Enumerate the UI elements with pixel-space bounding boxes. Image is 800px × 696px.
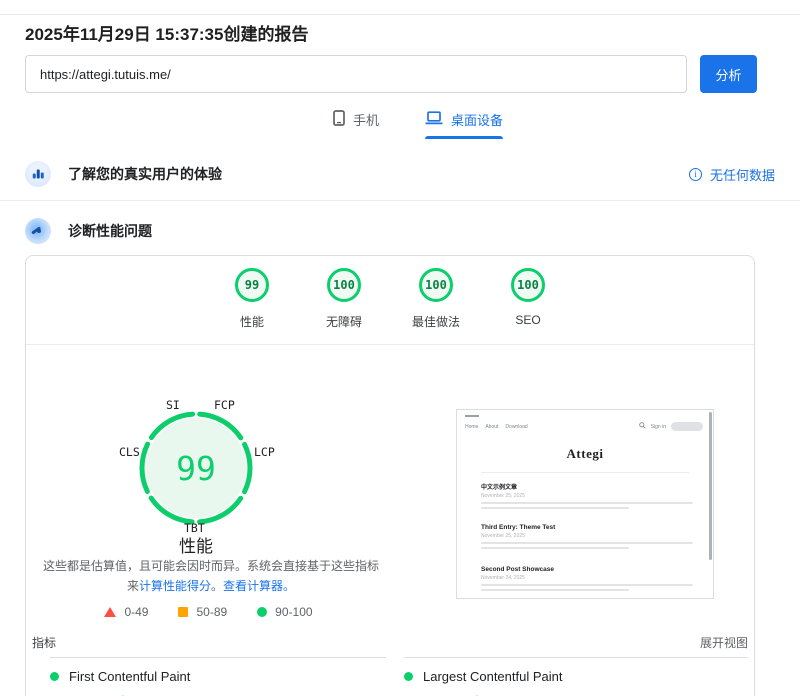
- page-screenshot-thumbnail[interactable]: Home About Download Sign in Attegi 中文示例文…: [456, 409, 714, 599]
- best-practices-score-circle: 100: [419, 268, 453, 302]
- metric-fcp-value: 0.5 秒: [69, 688, 386, 696]
- laptop-icon: [425, 111, 443, 128]
- diagnose-section: 诊断性能问题: [25, 215, 775, 247]
- expand-view-link[interactable]: 展开视图: [700, 634, 748, 651]
- header-divider: [0, 14, 800, 15]
- accessibility-score-circle: 100: [327, 268, 361, 302]
- tab-desktop[interactable]: 桌面设备: [425, 110, 503, 139]
- thumb-post-3-title: Second Post Showcase: [481, 566, 693, 573]
- metric-fcp: First Contentful Paint 0.5 秒: [50, 657, 386, 696]
- fail-triangle-icon: [104, 607, 116, 617]
- thumb-search-icon: [639, 422, 646, 431]
- lighthouse-report-card: 99 性能 100 无障碍 100 最佳做法 100 SEO 99: [25, 255, 755, 696]
- legend-average: 50-89: [178, 605, 227, 619]
- thumb-divider: [481, 472, 689, 473]
- field-data-section: 了解您的真实用户的体验 i 无任何数据: [25, 158, 775, 190]
- thumb-post-2-text-line: [481, 547, 629, 549]
- bar-chart-icon: [25, 161, 51, 187]
- pass-circle-icon: [50, 672, 59, 681]
- thumb-post-1: 中文示例文章 November 25, 2025: [481, 482, 693, 509]
- tab-mobile-underline: [333, 136, 379, 139]
- speedometer-icon: [25, 218, 51, 244]
- device-tabs: 手机 桌面设备: [0, 110, 800, 139]
- calculator-link[interactable]: 查看计算器。: [223, 579, 295, 593]
- thumb-nav-home: Home: [465, 424, 478, 430]
- gauge-category-label: 性能: [26, 532, 366, 557]
- calc-score-link[interactable]: 计算性能得分: [139, 579, 211, 593]
- metric-label-si: SI: [166, 398, 180, 412]
- metric-fcp-name: First Contentful Paint: [69, 669, 190, 684]
- thumb-nav-about: About: [485, 424, 498, 430]
- accessibility-score-label: 无障碍: [326, 313, 362, 330]
- gauge-score-value: 99: [126, 398, 266, 538]
- thumb-post-1-title: 中文示例文章: [481, 482, 693, 491]
- section-divider: [0, 200, 800, 201]
- legend-pass: 90-100: [257, 605, 312, 619]
- phone-icon: [333, 110, 345, 129]
- analyze-button[interactable]: 分析: [700, 55, 757, 93]
- no-data-label: 无任何数据: [710, 165, 775, 184]
- seo-score-label: SEO: [515, 313, 540, 327]
- average-square-icon: [178, 607, 188, 617]
- diagnose-section-title: 诊断性能问题: [68, 221, 152, 241]
- best-practices-score-label: 最佳做法: [412, 313, 460, 330]
- category-best-practices[interactable]: 100 最佳做法: [396, 268, 476, 330]
- pass-circle-icon: [404, 672, 413, 681]
- thumb-post-2: Third Entry: Theme Test November 25, 202…: [481, 524, 693, 549]
- thumb-subscribe-button: [671, 422, 703, 431]
- category-scores-row: 99 性能 100 无障碍 100 最佳做法 100 SEO: [26, 268, 754, 330]
- thumb-post-1-text-line: [481, 502, 693, 504]
- performance-score-circle: 99: [235, 268, 269, 302]
- category-performance[interactable]: 99 性能: [212, 268, 292, 330]
- metric-label-cls: CLS: [119, 445, 140, 459]
- metrics-header-row: 指标 展开视图: [32, 634, 748, 651]
- metrics-header-label: 指标: [32, 634, 56, 651]
- metric-lcp: Largest Contentful Paint 0.5 秒: [404, 657, 748, 696]
- thumb-post-2-title: Third Entry: Theme Test: [481, 524, 693, 531]
- metric-lcp-name: Largest Contentful Paint: [423, 669, 562, 684]
- url-input[interactable]: [25, 55, 687, 93]
- thumb-site-title: Attegi: [457, 446, 713, 462]
- seo-score-circle: 100: [511, 268, 545, 302]
- category-accessibility[interactable]: 100 无障碍: [304, 268, 384, 330]
- score-legend: 0-49 50-89 90-100: [26, 605, 391, 619]
- legend-fail-range: 0-49: [124, 605, 148, 619]
- metric-label-fcp: FCP: [214, 398, 235, 412]
- thumb-post-3-date: November 24, 2025: [481, 575, 693, 581]
- legend-fail: 0-49: [104, 605, 148, 619]
- tab-mobile-label: 手机: [353, 110, 379, 129]
- tab-desktop-label: 桌面设备: [451, 110, 503, 129]
- info-icon: i: [689, 168, 702, 181]
- thumb-site-logo: [465, 415, 479, 417]
- tab-mobile[interactable]: 手机: [333, 110, 379, 139]
- thumb-post-1-text-line: [481, 507, 629, 509]
- thumb-scrollbar: [709, 412, 712, 560]
- thumb-nav-download: Download: [505, 424, 527, 430]
- performance-gauge: 99 SI FCP CLS LCP TBT 性能: [26, 390, 391, 562]
- no-data-link[interactable]: i 无任何数据: [689, 165, 775, 184]
- page-title: 2025年11月29日 15:37:35创建的报告: [25, 20, 308, 45]
- thumb-post-3-text-line: [481, 584, 693, 586]
- pagespeed-report-page: 2025年11月29日 15:37:35创建的报告 分析 手机 桌面设备: [0, 0, 800, 696]
- thumb-post-2-date: November 25, 2025: [481, 533, 693, 539]
- thumb-post-1-date: November 25, 2025: [481, 493, 693, 499]
- thumb-sign-in: Sign in: [651, 424, 666, 430]
- thumb-post-2-text-line: [481, 542, 693, 544]
- card-divider: [26, 344, 754, 345]
- metric-lcp-value: 0.5 秒: [423, 688, 748, 696]
- performance-score-label: 性能: [240, 313, 264, 330]
- pass-circle-icon: [257, 607, 267, 617]
- legend-average-range: 50-89: [196, 605, 227, 619]
- thumb-post-3-text-line: [481, 589, 629, 591]
- thumb-nav: Home About Download Sign in: [465, 422, 703, 431]
- tab-desktop-underline: [425, 136, 503, 139]
- thumb-post-3: Second Post Showcase November 24, 2025: [481, 566, 693, 591]
- category-seo[interactable]: 100 SEO: [488, 268, 568, 330]
- legend-pass-range: 90-100: [275, 605, 312, 619]
- metric-label-lcp: LCP: [254, 445, 275, 459]
- field-section-title: 了解您的真实用户的体验: [68, 164, 222, 184]
- score-disclaimer: 这些都是估算值，且可能会因时而异。系统会直接基于这些指标来计算性能得分。查看计算…: [38, 556, 384, 597]
- disclaimer-period: 。: [211, 579, 223, 593]
